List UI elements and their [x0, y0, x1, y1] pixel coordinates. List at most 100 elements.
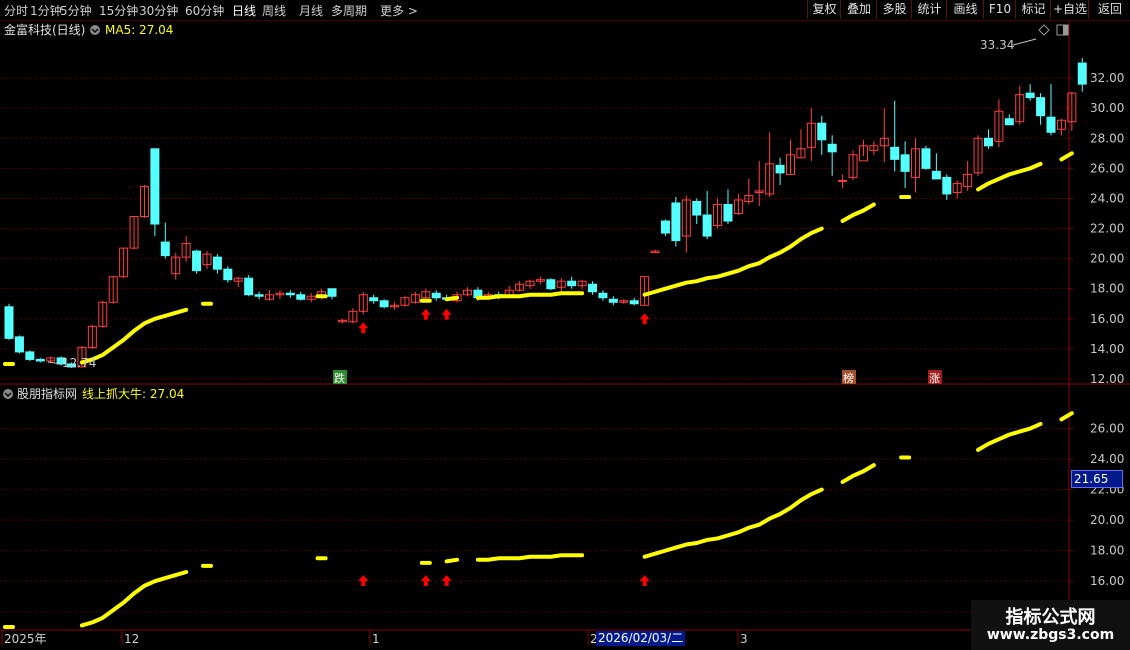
indicator-line-segment [79, 570, 189, 628]
candle-down [14, 336, 24, 353]
candle-down [212, 256, 222, 270]
up-arrow-icon [441, 575, 452, 587]
indicator-line-segment [840, 463, 876, 484]
candle-down [327, 288, 337, 297]
candle-down [1046, 116, 1056, 133]
up-arrow-icon [358, 575, 369, 587]
candle-down [1036, 97, 1046, 117]
cursor-value-tag: 21.65 [1071, 470, 1123, 488]
candle-down [379, 300, 389, 308]
candle-down [546, 279, 556, 290]
indicator-line-label: 线上抓大牛: 27.04 [82, 386, 184, 401]
high-price-label: 33.34 [980, 38, 1014, 52]
axis-layer: 12.00 14.00 16.00 18.00 20.00 22.00 24.00 26.00… [1, 71, 1124, 646]
event-marker-label: 跌 [334, 371, 345, 385]
main-price-panel: 33.34 12.74 跌 榜 涨 [3, 38, 1087, 385]
high-pointer-line [1012, 38, 1037, 46]
candle-down [431, 292, 441, 299]
indicator-line-segment [642, 487, 824, 559]
y-tick-label: 26.00 [1090, 161, 1124, 175]
up-arrow-icon [639, 575, 650, 587]
ma5-line-segment [475, 291, 585, 300]
collapse-icon[interactable] [3, 389, 13, 399]
candle-down [900, 154, 910, 172]
indicator-line-segment [444, 557, 460, 564]
kline-chart[interactable]: 33.34 12.74 跌 榜 涨 12.00 14.00 16.00 18.00 20.00 2… [0, 0, 1130, 650]
y-tick-label: 28.00 [1090, 131, 1124, 145]
indicator-line-segment [1059, 411, 1074, 422]
candle-down [921, 148, 931, 169]
candle-down [35, 358, 45, 362]
indicator-title: 股朋指标网 [17, 386, 77, 401]
y-tick-label: 12.00 [1090, 372, 1124, 386]
ma5-line-segment [642, 226, 824, 297]
diamond-icon[interactable] [1038, 24, 1050, 36]
ma5-line-segment [1059, 151, 1074, 162]
up-arrow-icon [420, 575, 431, 587]
up-arrow-icon [358, 322, 369, 334]
y-tick-label: 16.00 [1090, 574, 1124, 588]
y-tick-label: 16.00 [1090, 312, 1124, 326]
up-arrow-icon [639, 313, 650, 325]
candle-down [150, 148, 160, 225]
candle-down [296, 294, 306, 300]
candle-down [629, 300, 639, 305]
candle-down [223, 268, 233, 281]
indicator-line-segment [976, 421, 1043, 452]
x-tick-label: 3 [740, 632, 748, 646]
y-tick-label: 18.00 [1090, 282, 1124, 296]
candle-down [25, 351, 35, 360]
panel-toggle-icon-inner [1063, 25, 1068, 35]
candle-down [671, 202, 681, 242]
cursor-date-tag: 2026/02/03/二 [596, 631, 686, 646]
candle-down [160, 241, 170, 257]
candle-down [931, 170, 941, 180]
candle-down [942, 176, 952, 195]
candle-down [1025, 92, 1035, 99]
candle-down [369, 297, 379, 302]
candle-down [567, 280, 577, 287]
candle-down [890, 146, 900, 160]
y-tick-label: 20.00 [1090, 513, 1124, 527]
x-tick-label: 12 [124, 632, 139, 646]
candle-down [192, 250, 202, 272]
candle-down [285, 292, 295, 296]
candle-down [254, 294, 264, 297]
candle-down [1077, 62, 1087, 85]
ma5-line-segment [444, 295, 460, 302]
candle-down [588, 283, 598, 293]
y-tick-label: 30.00 [1090, 101, 1124, 115]
low-price-label: 12.74 [62, 356, 96, 370]
y-tick-label: 24.00 [1090, 191, 1124, 205]
candle-down [4, 306, 14, 339]
candle-down [1004, 118, 1014, 126]
event-marker-label: 涨 [929, 372, 940, 385]
watermark-title: 指标公式网 [1005, 607, 1096, 628]
candle-down [775, 164, 785, 174]
candle-down [244, 277, 254, 296]
up-arrow-icon [420, 308, 431, 320]
candle-down [827, 143, 837, 153]
event-marker-label: 榜 [843, 371, 854, 385]
indicator-line-segment [475, 553, 585, 562]
up-arrow-icon [441, 308, 452, 320]
candle-down [598, 292, 608, 299]
candle-down [660, 220, 670, 234]
watermark-url: www.zbgs3.com [986, 627, 1115, 643]
candle-down [608, 298, 618, 303]
y-tick-label: 18.00 [1090, 544, 1124, 558]
watermark-logo: 指标公式网 www.zbgs3.com [971, 600, 1130, 650]
y-tick-label: 32.00 [1090, 71, 1124, 85]
y-tick-label: 26.00 [1090, 422, 1124, 436]
x-tick-label: 1 [372, 632, 380, 646]
stock-title: 金富科技(日线) [4, 22, 85, 37]
candle-down [983, 137, 993, 147]
candle-down [723, 203, 733, 222]
y-tick-label: 14.00 [1090, 342, 1124, 356]
ma5-line-segment [840, 202, 876, 224]
x-tick-label: 2025年 [4, 632, 47, 646]
y-tick-label: 22.00 [1090, 222, 1124, 236]
ma5-label: MA5: 27.04 [105, 23, 173, 37]
expand-icon[interactable] [90, 25, 100, 35]
ma5-line-segment [79, 307, 189, 365]
